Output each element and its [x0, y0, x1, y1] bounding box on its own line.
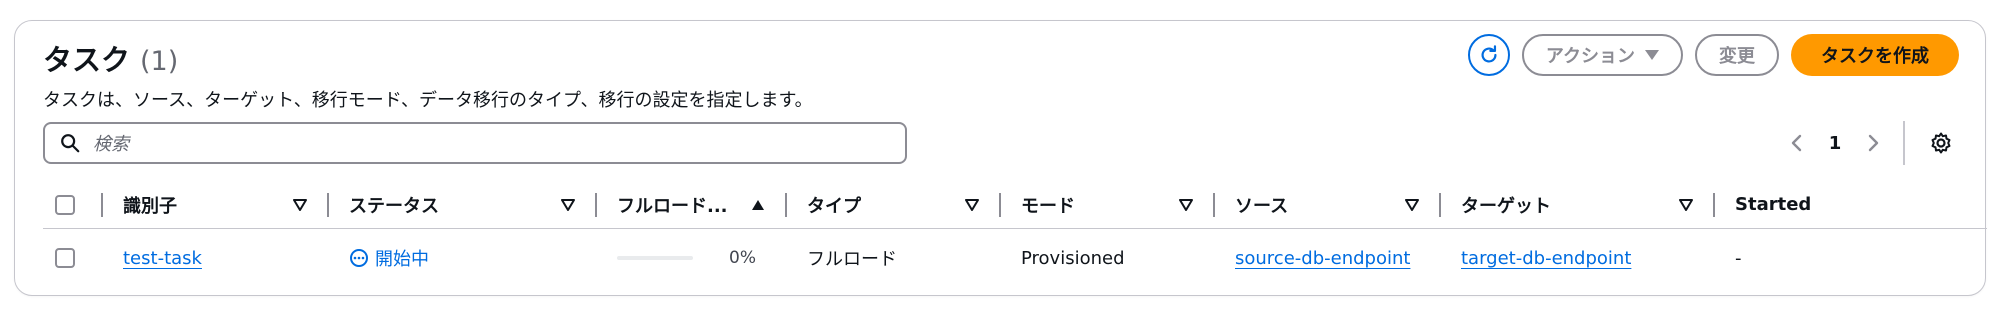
row-select-cell — [43, 229, 103, 287]
page-title: タスク — [43, 43, 131, 77]
panel-description: タスクは、ソース、ターゲット、移行モード、データ移行のタイプ、移行の設定を指定し… — [43, 90, 813, 111]
task-mode: Provisioned — [1021, 247, 1125, 269]
task-type: フルロード — [807, 249, 897, 270]
row-checkbox[interactable] — [55, 248, 75, 268]
column-header-type[interactable]: タイプ — [787, 181, 1001, 228]
cell-full-load: 0% — [597, 229, 787, 287]
tasks-panel: タスク (1) タスクは、ソース、ターゲット、移行モード、データ移行のタイプ、移… — [14, 20, 1987, 296]
status-indicator: 開始中 — [349, 245, 429, 271]
cell-type: フルロード — [787, 229, 1001, 287]
source-endpoint-link[interactable]: source-db-endpoint — [1235, 248, 1410, 269]
full-load-percentage: 0% — [729, 248, 756, 268]
column-header-identifier[interactable]: 識別子 — [103, 181, 329, 228]
column-header-full-load[interactable]: フルロード... — [597, 181, 787, 228]
column-label: フルロード... — [617, 195, 728, 217]
column-label: モード — [1021, 195, 1075, 217]
sort-down-icon — [965, 198, 979, 211]
current-page-number[interactable]: 1 — [1815, 133, 1855, 154]
sort-down-icon — [1405, 198, 1419, 211]
actions-label: アクション — [1545, 46, 1635, 67]
refresh-icon — [1481, 45, 1497, 63]
chevron-left-icon — [1791, 134, 1802, 152]
cell-source: source-db-endpoint — [1215, 229, 1441, 287]
create-task-button[interactable]: タスクを作成 — [1791, 34, 1959, 76]
column-label: ターゲット — [1461, 195, 1551, 217]
actions-dropdown-button[interactable]: アクション — [1521, 34, 1683, 76]
column-label: 識別子 — [123, 195, 177, 217]
modify-label: 変更 — [1719, 46, 1755, 67]
next-page-button[interactable] — [1855, 125, 1891, 161]
task-count: (1) — [140, 46, 179, 77]
sort-up-filled-icon — [752, 199, 764, 210]
gear-icon — [1931, 132, 1951, 154]
column-header-status[interactable]: ステータス — [329, 181, 597, 228]
caret-down-icon — [1645, 50, 1659, 60]
column-header-source[interactable]: ソース — [1215, 181, 1441, 228]
cell-started: - — [1715, 229, 1987, 287]
panel-header: タスク (1) — [43, 37, 178, 79]
header-actions: アクション 変更 タスクを作成 — [1467, 34, 1959, 76]
pagination: 1 — [1779, 121, 1959, 165]
table-row[interactable]: test-task 開始中 0% フルロード Provisioned sourc… — [43, 229, 1987, 287]
status-text: 開始中 — [375, 249, 429, 270]
task-identifier-link[interactable]: test-task — [123, 248, 202, 269]
cell-status: 開始中 — [329, 229, 597, 287]
table-settings-button[interactable] — [1923, 125, 1959, 161]
column-header-target[interactable]: ターゲット — [1441, 181, 1715, 228]
select-all-cell — [43, 181, 103, 228]
search-placeholder: 検索 — [93, 134, 129, 155]
in-progress-icon — [350, 249, 368, 267]
pagination-divider — [1903, 121, 1905, 165]
sort-down-icon — [561, 198, 575, 211]
column-label: ソース — [1235, 195, 1289, 217]
column-label: Started — [1735, 194, 1812, 215]
modify-button[interactable]: 変更 — [1695, 34, 1779, 76]
cell-identifier: test-task — [103, 229, 329, 287]
sort-down-icon — [293, 198, 307, 211]
tasks-table: 識別子 ステータス フルロード... タイプ モード ソース ターゲット Sta… — [43, 181, 1987, 287]
refresh-button[interactable] — [1467, 34, 1510, 76]
search-input[interactable]: 検索 — [43, 122, 907, 164]
column-header-mode[interactable]: モード — [1001, 181, 1215, 228]
chevron-right-icon — [1868, 134, 1879, 152]
full-load-progress-bar — [617, 256, 693, 260]
create-task-label: タスクを作成 — [1821, 46, 1929, 67]
select-all-checkbox[interactable] — [55, 194, 75, 215]
search-icon — [61, 134, 80, 153]
sort-down-icon — [1179, 198, 1193, 211]
column-header-started[interactable]: Started — [1715, 181, 1987, 228]
cell-target: target-db-endpoint — [1441, 229, 1715, 287]
cell-mode: Provisioned — [1001, 229, 1215, 287]
table-header-row: 識別子 ステータス フルロード... タイプ モード ソース ターゲット Sta… — [43, 181, 1987, 229]
sort-down-icon — [1679, 198, 1693, 211]
started-value: - — [1735, 247, 1742, 269]
target-endpoint-link[interactable]: target-db-endpoint — [1461, 248, 1631, 269]
previous-page-button[interactable] — [1779, 125, 1815, 161]
column-label: ステータス — [349, 195, 439, 217]
column-label: タイプ — [807, 195, 861, 217]
